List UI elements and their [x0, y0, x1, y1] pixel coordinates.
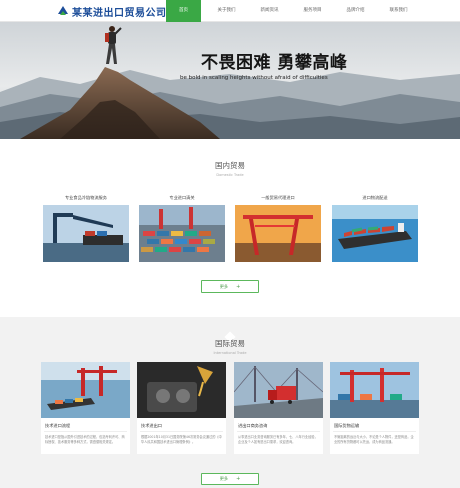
domestic-card-label: 进口物流配送	[362, 195, 388, 200]
international-card-4[interactable]: 国际货物运输 不管距离的远近与大小，不论是个人物件，还是商品，企业的所有货物都可…	[330, 362, 419, 454]
domestic-subtitle: Domestic Trade	[216, 173, 244, 177]
plus-icon: +	[236, 283, 241, 290]
port-ships-image	[41, 362, 130, 418]
more-label: 更多	[219, 283, 229, 289]
site-header: 某某进出口贸易公司 首页 关于我们 新闻资讯 服务项目 品牌介绍 联系我们	[0, 0, 460, 22]
international-more-button[interactable]: 更多 +	[201, 473, 259, 485]
nav-item-brand[interactable]: 品牌介绍	[338, 0, 373, 22]
international-card-text: 技术进口是指从国外引进技术的过程，包括专利许可、商标授权、技术服务等多种方式，需…	[45, 435, 125, 444]
international-title: 国际贸易	[215, 339, 245, 348]
nav-item-about[interactable]: 关于我们	[209, 0, 244, 22]
container-yard-image	[139, 205, 225, 262]
international-card-title: 进出口商务咨询	[237, 418, 320, 432]
domestic-card-1[interactable]: 专业食品冷链物流服务	[43, 194, 129, 262]
cargo-ship-image	[332, 205, 418, 262]
nav-item-services[interactable]: 服务项目	[295, 0, 330, 22]
international-card-text: 根据2001年10月31日国务院第46次常务会议通过的《中华人民共和国技术进出口…	[141, 435, 222, 444]
international-subtitle: International Trade	[213, 351, 247, 355]
international-card-1[interactable]: 技术进口流程 技术进口是指从国外引进技术的过程，包括专利许可、商标授权、技术服务…	[41, 362, 130, 454]
harbor-crane-image	[330, 362, 419, 418]
domestic-card-4[interactable]: 进口物流配送	[332, 194, 418, 262]
domestic-card-label: 专业食品冷链物流服务	[65, 195, 107, 200]
nav-item-news[interactable]: 新闻资讯	[252, 0, 287, 22]
logo[interactable]: 某某进出口贸易公司	[57, 2, 167, 20]
banner-title: 不畏困难 勇攀高峰	[201, 53, 348, 73]
red-crane-image	[235, 205, 321, 262]
international-card-title: 国际货物运输	[333, 418, 416, 432]
port-crane-image	[43, 205, 129, 262]
main-nav: 首页 关于我们 新闻资讯 服务项目 品牌介绍 联系我们	[166, 0, 424, 22]
nav-item-contact[interactable]: 联系我们	[381, 0, 416, 22]
truck-bridge-image	[234, 362, 323, 418]
logo-text: 某某进出口贸易公司	[72, 7, 167, 19]
hero-banner: 不畏困难 勇攀高峰 be bold in scaling heights wit…	[0, 22, 460, 139]
international-card-2[interactable]: 技术进出口 根据2001年10月31日国务院第46次常务会议通过的《中华人民共和…	[137, 362, 226, 454]
domestic-heading: 国内贸易 Domestic Trade	[0, 160, 460, 177]
domestic-title: 国内贸易	[215, 161, 245, 170]
international-card-title: 技术进出口	[140, 418, 223, 432]
plus-icon: +	[236, 476, 241, 482]
nav-item-home[interactable]: 首页	[166, 0, 201, 22]
international-card-title: 技术进口流程	[44, 418, 127, 432]
banner-subtitle: be bold in scaling heights without afrai…	[180, 75, 328, 81]
more-label: 更多	[219, 476, 229, 481]
domestic-card-label: 专业进口清关	[169, 195, 195, 200]
international-card-text: 不管距离的远近与大小，不论是个人物件，还是商品，企业的所有货物都可以托运，成为商…	[334, 435, 414, 444]
engine-oil-image	[137, 362, 226, 418]
domestic-card-label: 一般贸易代理进口	[261, 195, 295, 200]
international-card-3[interactable]: 进出口商务咨询 从事进出口业务咨询服务已有多年，七、八年行业经验，企业及个人如有…	[234, 362, 323, 454]
international-heading: 国际贸易 International Trade	[0, 338, 460, 355]
logo-mark-icon	[57, 5, 69, 17]
domestic-card-2[interactable]: 专业进口清关	[139, 194, 225, 262]
international-card-text: 从事进出口业务咨询服务已有多年，七、八年行业经验，企业及个人如有进出口需求，欢迎…	[238, 435, 318, 444]
domestic-more-button[interactable]: 更多 +	[201, 280, 259, 293]
domestic-card-3[interactable]: 一般贸易代理进口	[235, 194, 321, 262]
